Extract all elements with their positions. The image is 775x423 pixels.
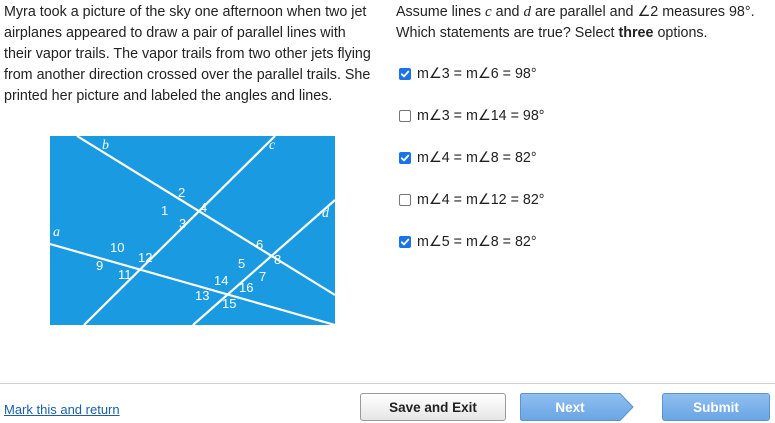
next-button-label: Next [555,399,585,415]
angle-label-6: 6 [256,237,263,252]
save-and-exit-button[interactable]: Save and Exit [360,393,506,421]
question-prompt: Assume lines c and d are parallel and ∠2… [396,2,771,44]
option-label: m∠5 = m∠8 = 82° [417,234,537,250]
option-label: m∠4 = m∠12 = 82° [417,192,545,208]
answer-option-2[interactable]: m∠3 = m∠14 = 98° [399,106,545,126]
checkmark-icon [400,70,410,78]
submit-button[interactable]: Submit [662,393,770,421]
option-checkbox[interactable] [399,236,411,248]
angle-label-9: 9 [96,258,103,273]
question-line-1: Assume lines c and d are parallel and ∠2… [396,4,755,20]
answer-option-4[interactable]: m∠4 = m∠12 = 82° [399,190,545,210]
line-label-c: c [269,138,276,153]
angle-label-15: 15 [222,296,236,311]
angle-label-1: 1 [161,203,168,218]
next-button[interactable]: Next [520,393,634,421]
parallel-lines-figure: b c d a 2 1 4 3 6 5 8 7 10 9 12 11 14 16… [50,136,335,325]
angle-label-5: 5 [238,256,245,271]
checkmark-icon [400,154,410,162]
line-label-b: b [102,138,109,153]
option-label: m∠4 = m∠8 = 82° [417,150,537,166]
angle-label-16: 16 [239,280,253,295]
angle-label-4: 4 [200,200,207,215]
angle-label-14: 14 [214,273,228,288]
checkmark-icon [400,238,410,246]
option-label: m∠3 = m∠14 = 98° [417,108,545,124]
footer-divider [0,383,775,384]
mark-and-return-link[interactable]: Mark this and return [4,402,120,417]
option-checkbox[interactable] [399,110,411,122]
option-label: m∠3 = m∠6 = 98° [417,66,537,82]
answer-option-3[interactable]: m∠4 = m∠8 = 82° [399,148,537,168]
question-line-2: Which statements are true? Select three … [396,25,708,41]
line-label-d: d [322,206,330,221]
angle-label-3: 3 [179,216,186,231]
angle-label-2: 2 [178,185,185,200]
line-label-a: a [53,225,60,240]
line-d-ref: d [523,4,531,20]
angle-label-8: 8 [274,252,281,267]
option-checkbox[interactable] [399,68,411,80]
sky-background [50,136,335,325]
angle-label-12: 12 [138,250,152,265]
angle-label-13: 13 [195,288,209,303]
angle-label-11: 11 [118,267,132,282]
answer-option-5[interactable]: m∠5 = m∠8 = 82° [399,232,537,252]
option-checkbox[interactable] [399,194,411,206]
option-checkbox[interactable] [399,152,411,164]
line-c-ref: c [485,4,492,20]
question-passage: Myra took a picture of the sky one after… [4,4,371,104]
answer-option-1[interactable]: m∠3 = m∠6 = 98° [399,64,537,84]
angle-label-7: 7 [259,269,266,284]
angle-label-10: 10 [110,240,124,255]
